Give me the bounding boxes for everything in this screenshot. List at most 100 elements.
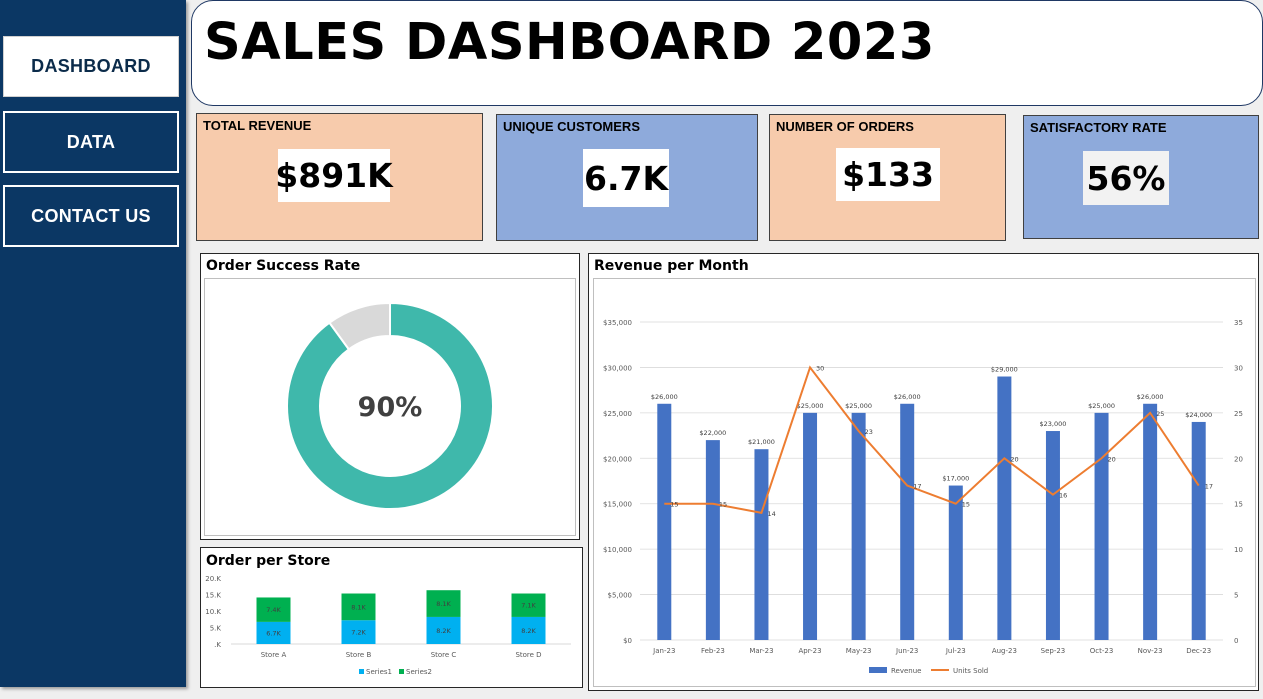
revenue-bar-8 <box>1045 431 1060 640</box>
store-x-tick: Store D <box>515 651 541 659</box>
revenue-left-tick: $15,000 <box>603 501 632 509</box>
revenue-x-tick: Oct-23 <box>1090 647 1114 655</box>
kpi-label: TOTAL REVENUE <box>203 118 312 133</box>
order-success-panel: Order Success Rate 90% <box>200 253 580 540</box>
revenue-bar-2 <box>754 449 769 640</box>
store-legend-swatch <box>399 669 404 674</box>
units-sold-label: 15 <box>962 501 970 509</box>
revenue-right-tick: 20 <box>1234 455 1243 463</box>
store-bar-label: 7.2K <box>351 629 366 637</box>
revenue-left-tick: $10,000 <box>603 546 632 554</box>
nav-data-button[interactable]: DATA <box>3 111 179 173</box>
store-y-tick: .K <box>214 641 221 649</box>
kpi-value: 6.7K <box>583 149 669 207</box>
kpi-number-of-orders: NUMBER OF ORDERS $133 <box>769 114 1006 241</box>
units-sold-label: 17 <box>913 483 921 491</box>
store-bar-label: 6.7K <box>266 629 281 637</box>
revenue-right-tick: 30 <box>1234 364 1243 372</box>
revenue-left-tick: $25,000 <box>603 410 632 418</box>
revenue-bar-3 <box>803 412 818 640</box>
revenue-bar-label: $17,000 <box>942 475 969 483</box>
revenue-bar-label: $22,000 <box>699 429 726 437</box>
revenue-x-tick: Sep-23 <box>1041 647 1066 655</box>
revenue-bar-label: $25,000 <box>845 402 872 410</box>
store-y-tick: 20.K <box>205 575 221 583</box>
revenue-bar-4 <box>851 412 866 640</box>
revenue-bar-9 <box>1094 412 1109 640</box>
units-sold-label: 20 <box>1108 455 1116 463</box>
nav-dashboard-button[interactable]: DASHBOARD <box>3 36 179 97</box>
revenue-x-tick: Jan-23 <box>652 647 675 655</box>
kpi-label: NUMBER OF ORDERS <box>776 119 914 134</box>
revenue-bar-label: $26,000 <box>651 393 678 401</box>
nav-contact-us-button[interactable]: CONTACT US <box>3 185 179 247</box>
page-title: SALES DASHBOARD 2023 <box>204 13 935 72</box>
store-bar-label: 7.4K <box>266 606 281 614</box>
store-y-tick: 10.K <box>205 608 221 616</box>
order-success-chart-area: 90% <box>204 278 576 536</box>
revenue-bar-label: $26,000 <box>894 393 921 401</box>
units-sold-label: 20 <box>1010 455 1018 463</box>
units-legend-label: Units Sold <box>953 667 988 675</box>
store-x-tick: Store A <box>261 651 287 659</box>
revenue-bar-6 <box>948 485 963 640</box>
store-y-tick: 15.K <box>205 592 221 600</box>
revenue-left-tick: $5,000 <box>608 592 633 600</box>
revenue-bar-label: $24,000 <box>1185 411 1212 419</box>
units-sold-line <box>664 365 1200 514</box>
revenue-right-tick: 15 <box>1234 501 1243 509</box>
revenue-title: Revenue per Month <box>594 258 749 274</box>
revenue-bar-7 <box>997 376 1012 640</box>
kpi-total-revenue: TOTAL REVENUE $891K <box>196 113 483 241</box>
revenue-legend-label: Revenue <box>891 667 922 675</box>
revenue-x-tick: Nov-23 <box>1138 647 1163 655</box>
revenue-right-tick: 35 <box>1234 319 1243 327</box>
kpi-label: UNIQUE CUSTOMERS <box>503 119 640 134</box>
sidebar: DASHBOARD DATA CONTACT US <box>0 0 186 687</box>
units-sold-label: 25 <box>1156 410 1164 418</box>
units-sold-label: 15 <box>670 501 678 509</box>
revenue-right-tick: 10 <box>1234 546 1243 554</box>
kpi-label: SATISFACTORY RATE <box>1030 120 1167 135</box>
store-legend-label: Series1 <box>366 668 392 676</box>
store-x-tick: Store C <box>431 651 457 659</box>
store-bar-label: 8.2K <box>521 627 536 635</box>
units-sold-label: 30 <box>816 364 824 372</box>
units-sold-label: 17 <box>1205 483 1213 491</box>
store-legend-swatch <box>359 669 364 674</box>
store-bar-label: 8.1K <box>436 600 451 608</box>
units-sold-label: 23 <box>865 428 873 436</box>
revenue-left-tick: $30,000 <box>603 364 632 372</box>
revenue-bar-10 <box>1143 403 1158 640</box>
kpi-unique-customers: UNIQUE CUSTOMERS 6.7K <box>496 114 758 241</box>
order-per-store-chart: 20.K 15.K 10.K 5.K .K 6.7K 7.4K Store A 7.2K 8.1K… <box>205 575 571 676</box>
revenue-x-tick: Mar-23 <box>749 647 773 655</box>
kpi-value: 56% <box>1083 151 1169 205</box>
revenue-x-tick: Dec-23 <box>1186 647 1211 655</box>
order-success-donut: 90% <box>286 301 494 510</box>
revenue-right-tick: 0 <box>1234 637 1238 645</box>
store-y-tick: 5.K <box>210 625 222 633</box>
revenue-x-tick: Jul-23 <box>945 647 966 655</box>
header-banner: SALES DASHBOARD 2023 <box>191 0 1263 106</box>
revenue-legend-swatch <box>869 667 887 673</box>
revenue-bar-label: $25,000 <box>1088 402 1115 410</box>
revenue-left-tick: $35,000 <box>603 319 632 327</box>
kpi-satisfactory-rate: SATISFACTORY RATE 56% <box>1023 115 1259 239</box>
revenue-x-tick: Jun-23 <box>895 647 918 655</box>
revenue-left-tick: $20,000 <box>603 455 632 463</box>
revenue-bar-11 <box>1191 421 1206 640</box>
revenue-chart: $35,000 35 $30,000 30 $25,000 25 $20,000 20 $15,… <box>603 319 1243 675</box>
store-x-tick: Store B <box>346 651 372 659</box>
revenue-panel: Revenue per Month $35,000 35 $30,000 30 $25,… <box>588 253 1259 691</box>
revenue-bar-label: $29,000 <box>991 366 1018 374</box>
units-sold-label: 14 <box>767 510 775 518</box>
revenue-x-tick: Feb-23 <box>701 647 725 655</box>
revenue-chart-area: $35,000 35 $30,000 30 $25,000 25 $20,000 20 $15,… <box>593 278 1256 687</box>
revenue-bar-label: $26,000 <box>1137 393 1164 401</box>
order-success-title: Order Success Rate <box>206 258 361 274</box>
donut-center-label: 90% <box>358 392 423 423</box>
revenue-x-tick: Apr-23 <box>798 647 821 655</box>
units-sold-label: 15 <box>719 501 727 509</box>
revenue-right-tick: 5 <box>1234 592 1238 600</box>
